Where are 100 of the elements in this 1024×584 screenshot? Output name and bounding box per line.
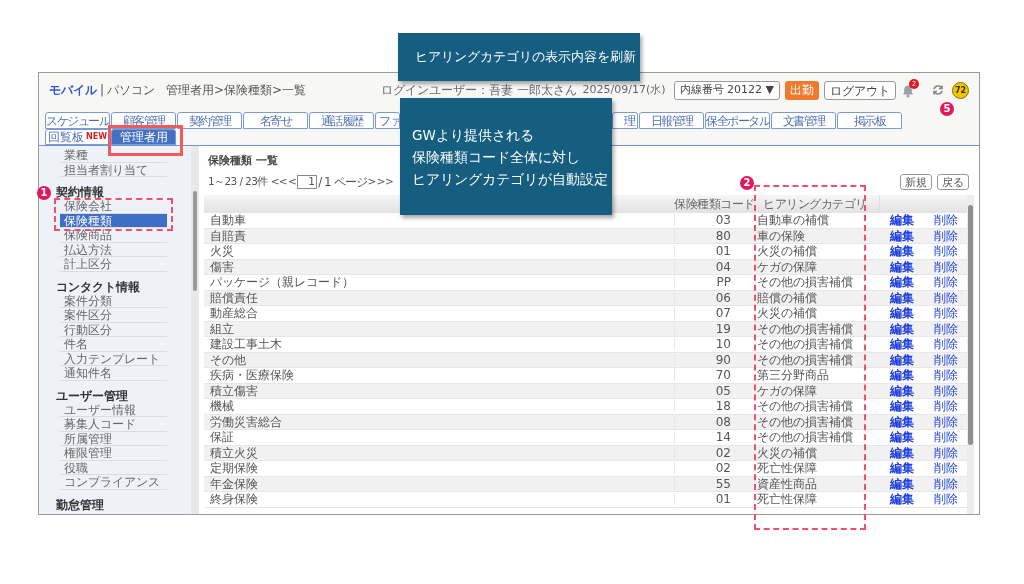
- sidebar-item[interactable]: 所属管理: [60, 431, 167, 446]
- nav-tab[interactable]: スケジュール: [45, 112, 110, 129]
- delete-link[interactable]: 削除: [933, 445, 958, 460]
- table-cell-text: 積立傷害: [209, 384, 259, 397]
- pc-link[interactable]: パソコン: [107, 81, 156, 99]
- sidebar-item[interactable]: 担当者割り当て: [60, 162, 167, 177]
- edit-link[interactable]: 編集: [889, 492, 914, 507]
- edit-link[interactable]: 編集: [889, 383, 914, 398]
- breadcrumb-path: 管理者用>保険種類>一覧: [166, 82, 307, 99]
- delete-link[interactable]: 削除: [933, 321, 958, 336]
- nav-tab[interactable]: 通話履歴: [309, 112, 374, 129]
- delete-link[interactable]: 削除: [933, 352, 958, 367]
- edit-link[interactable]: 編集: [889, 321, 914, 336]
- date-text: 2025/09/17(水): [582, 81, 666, 98]
- table-cell-text: その他の損害補償: [756, 338, 854, 351]
- delete-link[interactable]: 削除: [933, 228, 958, 243]
- bell-icon[interactable]: [902, 85, 914, 98]
- delete-link[interactable]: 削除: [933, 275, 958, 290]
- edit-link[interactable]: 編集: [889, 213, 914, 228]
- edit-link[interactable]: 編集: [889, 461, 914, 476]
- edit-link[interactable]: 編集: [889, 368, 914, 383]
- delete-link[interactable]: 削除: [933, 306, 958, 321]
- number-marker: 1: [37, 186, 51, 200]
- edit-link[interactable]: 編集: [889, 275, 914, 290]
- sidebar-item[interactable]: 件名: [60, 337, 167, 352]
- section-heading: コンタクト情報: [56, 279, 140, 294]
- sidebar-item[interactable]: 案件区分: [60, 308, 167, 323]
- delete-link[interactable]: 削除: [933, 213, 958, 228]
- delete-link[interactable]: 削除: [933, 337, 958, 352]
- delete-link[interactable]: 削除: [933, 368, 958, 383]
- refresh-icon[interactable]: [932, 84, 944, 96]
- scrollbar-thumb[interactable]: [968, 205, 973, 445]
- sidebar-item[interactable]: 払込方法: [60, 242, 167, 257]
- table-cell: 14: [674, 431, 751, 444]
- new-button[interactable]: 新規: [900, 174, 932, 190]
- sidebar-item[interactable]: 募集人コード: [60, 417, 167, 432]
- back-button[interactable]: 戻る: [937, 174, 969, 190]
- delete-link[interactable]: 削除: [933, 399, 958, 414]
- sidebar-item[interactable]: 行動区分: [60, 322, 167, 337]
- nav-tab[interactable]: 契約管理: [177, 112, 242, 129]
- sidebar-item[interactable]: 役職: [60, 460, 167, 475]
- delete-link[interactable]: 削除: [933, 476, 958, 491]
- logout-button[interactable]: ログアウト: [824, 80, 896, 100]
- table-cell-text: 年金保険: [209, 477, 259, 490]
- mobile-link[interactable]: モバイル: [49, 81, 97, 99]
- table-cell-text: 機械: [209, 400, 235, 413]
- delete-link[interactable]: 削除: [933, 461, 958, 476]
- delete-link[interactable]: 削除: [933, 290, 958, 305]
- delete-link[interactable]: 削除: [933, 259, 958, 274]
- edit-link[interactable]: 編集: [889, 337, 914, 352]
- sidebar-item[interactable]: 入力テンプレート: [60, 351, 167, 366]
- table-cell: 08: [674, 415, 751, 428]
- edit-link[interactable]: 編集: [889, 228, 914, 243]
- edit-link[interactable]: 編集: [889, 430, 914, 445]
- nav-tab[interactable]: 掲示板: [837, 112, 902, 129]
- sidebar-item[interactable]: 保険会社: [60, 199, 167, 214]
- table-cell-text: 資産性商品: [756, 477, 818, 490]
- sidebar-item[interactable]: 計上区分: [60, 257, 167, 272]
- table-cell: 18: [674, 400, 751, 413]
- sidebar-item[interactable]: ユーザー情報: [60, 402, 167, 417]
- edit-link[interactable]: 編集: [889, 352, 914, 367]
- nav-tab[interactable]: 文書管理: [771, 112, 836, 129]
- nav-tab[interactable]: 理: [612, 112, 638, 129]
- delete-link[interactable]: 削除: [933, 430, 958, 445]
- delete-link[interactable]: 削除: [933, 492, 958, 507]
- extension-dropdown[interactable]: 内線番号 20122 ▼: [673, 80, 780, 100]
- edit-link[interactable]: 編集: [889, 399, 914, 414]
- table-cell-text: 保証: [209, 431, 235, 444]
- delete-link[interactable]: 削除: [933, 414, 958, 429]
- edit-link[interactable]: 編集: [889, 445, 914, 460]
- scrollbar-thumb[interactable]: [193, 191, 197, 291]
- sidebar-item[interactable]: 案件分類: [60, 293, 167, 308]
- edit-link[interactable]: 編集: [889, 306, 914, 321]
- nav-tab[interactable]: 管理者用: [111, 129, 176, 145]
- nav-tab[interactable]: 日報管理: [639, 112, 704, 129]
- prev-page-link[interactable]: <: [288, 174, 297, 190]
- sidebar-item[interactable]: 業種: [60, 148, 167, 163]
- delete-link[interactable]: 削除: [933, 383, 958, 398]
- next-page-link[interactable]: >: [367, 174, 376, 190]
- nav-tab[interactable]: 名寄せ: [243, 112, 308, 129]
- table-cell-text: 火災の補償: [756, 307, 818, 320]
- edit-link[interactable]: 編集: [889, 244, 914, 259]
- nav-tab[interactable]: ファ: [375, 112, 400, 129]
- edit-link[interactable]: 編集: [889, 259, 914, 274]
- column-header: ヒアリングカテゴリ: [762, 196, 868, 213]
- nav-tab[interactable]: 保全ポータル: [705, 112, 770, 129]
- sidebar-item[interactable]: 通知件名: [60, 366, 167, 381]
- sidebar-item[interactable]: 権限管理: [60, 446, 167, 461]
- table-cell-text: その他の損害補償: [756, 400, 854, 413]
- first-page-link[interactable]: <<: [270, 174, 288, 190]
- sidebar-item[interactable]: コンプライアンス: [60, 475, 167, 490]
- table-cell-text: ケガの保障: [756, 384, 818, 397]
- edit-link[interactable]: 編集: [889, 414, 914, 429]
- new-label: NEW: [86, 133, 107, 141]
- delete-link[interactable]: 削除: [933, 244, 958, 259]
- edit-link[interactable]: 編集: [889, 290, 914, 305]
- edit-link[interactable]: 編集: [889, 476, 914, 491]
- last-page-link[interactable]: >>: [376, 174, 394, 190]
- callout-text: ヒアリングカテゴリの表示内容を刷新: [414, 47, 636, 66]
- page-input[interactable]: 1: [297, 175, 318, 189]
